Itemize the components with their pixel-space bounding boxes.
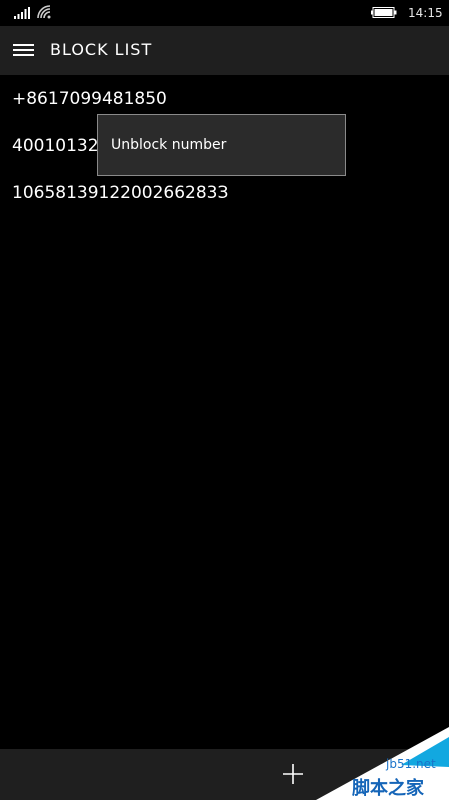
context-menu: Unblock number xyxy=(97,114,346,176)
unblock-number-menu-item[interactable]: Unblock number xyxy=(111,136,226,154)
watermark-text: 脚本之家 xyxy=(352,778,424,799)
list-item[interactable]: 1065813912200266283З xyxy=(12,182,228,204)
watermark-domain: jb51.net xyxy=(386,757,436,771)
app-header: BLOCK LIST xyxy=(0,26,449,75)
status-clock: 14:15 xyxy=(408,6,443,20)
plus-icon[interactable] xyxy=(278,759,308,789)
wifi-icon xyxy=(37,5,51,19)
battery-icon xyxy=(371,7,397,18)
page-title: BLOCK LIST xyxy=(50,40,153,59)
signal-bars-icon xyxy=(14,7,30,19)
status-bar: 14:15 xyxy=(0,0,449,26)
watermark: jb51.net 脚本之家 xyxy=(316,727,449,800)
list-item[interactable]: +8617099481850 xyxy=(12,88,167,110)
hamburger-menu-icon[interactable] xyxy=(12,40,36,60)
